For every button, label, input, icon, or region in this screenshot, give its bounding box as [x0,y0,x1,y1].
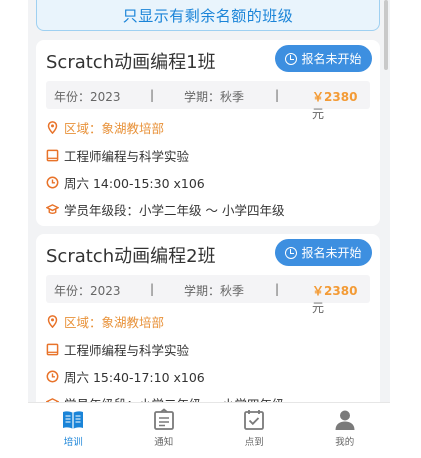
class-info-row: 年份：2023 | 学期：秋季 | ￥2380 元 [46,275,370,315]
grade-row: 学员年级段：小学二年级 ～ 小学四年级 [46,200,284,219]
grade-text: 学员年级段：小学二年级 ～ 小学四年级 [64,203,285,218]
term-label: 学期：秋季 [184,90,245,104]
app-screen: 只显示有剩余名额的班级 Scratch动画编程1班 报名未开始 年份：2023 … [28,0,390,458]
year-label: 年份：2023 [54,284,121,298]
enroll-status-label: 报名未开始 [301,246,362,260]
tab-label: 点到 [244,437,264,448]
price-amount: 2380 [324,90,358,104]
clock-icon [46,176,59,189]
tab-checkin[interactable]: 点到 [209,403,300,458]
class-info-row: 年份：2023 | 学期：秋季 | ￥2380 元 [46,81,370,121]
schedule-row: 周六 15:40-17:10 x106 [46,367,205,386]
separator: | [275,282,280,296]
price-unit: 元 [312,301,325,315]
graduation-cap-icon [46,204,59,215]
price-amount: 2380 [324,284,358,298]
filter-banner[interactable]: 只显示有剩余名额的班级 [36,0,380,31]
price-prefix: ￥ [312,284,325,298]
class-title: Scratch动画编程2班 [46,246,216,267]
training-book-icon [63,411,84,429]
tab-label: 培训 [63,437,83,448]
teacher-text: 工程师编程与科学实验 [64,343,190,358]
enroll-status-button[interactable]: 报名未开始 [275,239,372,266]
tab-training[interactable]: 培训 [28,403,119,458]
tab-notice[interactable]: 通知 [119,403,210,458]
scrollbar[interactable] [384,0,388,70]
tab-label: 我的 [335,437,355,448]
tab-label: 通知 [154,437,174,448]
location-pin-icon [47,315,58,328]
clock-icon [46,370,59,383]
region-row: 区域：象湖教培部 [46,312,164,331]
class-card[interactable]: Scratch动画编程2班 报名未开始 年份：2023 | 学期：秋季 | ￥2… [36,234,380,414]
region-row: 区域：象湖教培部 [46,118,164,137]
book-icon [46,343,59,356]
enroll-status-button[interactable]: 报名未开始 [275,45,372,72]
teacher-text: 工程师编程与科学实验 [64,149,190,164]
region-text: 区域：象湖教培部 [64,121,165,136]
class-card[interactable]: Scratch动画编程1班 报名未开始 年份：2023 | 学期：秋季 | ￥2… [36,40,380,226]
enroll-status-label: 报名未开始 [301,52,362,66]
price-unit: 元 [312,107,325,121]
schedule-text: 周六 15:40-17:10 x106 [64,370,205,385]
book-icon [46,149,59,162]
tab-profile[interactable]: 我的 [300,403,391,458]
clock-icon [285,52,298,65]
year-label: 年份：2023 [54,90,121,104]
clock-icon [285,246,298,259]
separator: | [275,88,280,102]
region-text: 区域：象湖教培部 [64,315,165,330]
bottom-tab-bar: 培训 通知 点到 我的 [28,402,390,458]
teacher-row: 工程师编程与科学实验 [46,146,189,165]
notice-icon [153,408,174,430]
term-label: 学期：秋季 [184,284,245,298]
schedule-text: 周六 14:00-15:30 x106 [64,176,205,191]
separator: | [150,282,155,296]
location-pin-icon [47,121,58,134]
price-prefix: ￥ [312,90,325,104]
checkin-icon [244,410,265,430]
class-title: Scratch动画编程1班 [46,52,216,73]
teacher-row: 工程师编程与科学实验 [46,340,189,359]
price: ￥2380 元 [312,88,370,122]
profile-icon [335,410,355,430]
separator: | [150,88,155,102]
price: ￥2380 元 [312,282,370,316]
schedule-row: 周六 14:00-15:30 x106 [46,173,205,192]
